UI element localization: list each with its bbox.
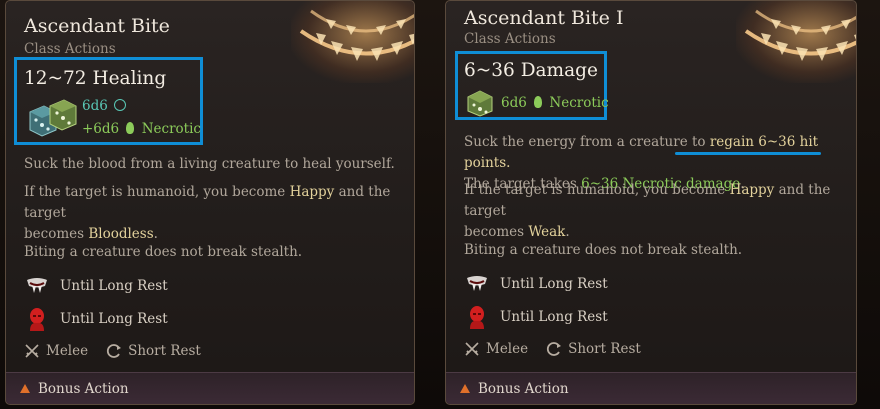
- tag-range: Melee: [24, 343, 88, 359]
- necrotic-icon: [126, 122, 135, 134]
- damage-type-label: Necrotic: [549, 95, 609, 111]
- tag-range: Melee: [464, 341, 528, 357]
- status-duration: Until Long Rest: [60, 278, 168, 294]
- tooltip-card-left: Ascendant Bite Class Actions 12~72 Heali…: [5, 0, 415, 405]
- dice-icon: [466, 89, 494, 121]
- crossed-swords-icon: [465, 342, 479, 356]
- description-line-3: Biting a creature does not break stealth…: [24, 244, 303, 260]
- condition-happy: Happy: [729, 182, 775, 198]
- red-head-icon: [24, 307, 50, 331]
- tag-row: Melee Short Rest: [24, 343, 219, 359]
- vampire-fang-icon: [24, 277, 50, 295]
- glowing-mouth-icon: [291, 1, 414, 83]
- recharge-icon: [107, 344, 122, 358]
- tag-row: Melee Short Rest: [464, 341, 659, 357]
- status-row-1: Until Long Rest: [24, 277, 168, 295]
- condition-happy: Happy: [289, 184, 335, 200]
- status-duration: Until Long Rest: [60, 311, 168, 327]
- effect-amount: 6~36 Damage: [464, 60, 598, 81]
- status-row-2: Until Long Rest: [464, 305, 608, 329]
- tag-recharge: Short Rest: [546, 341, 641, 357]
- action-type-label: Bonus Action: [38, 380, 129, 397]
- status-duration: Until Long Rest: [500, 276, 608, 292]
- highlight-underline: [675, 152, 821, 155]
- description-line-3: Biting a creature does not break stealth…: [464, 242, 743, 258]
- condition-target: Weak: [528, 224, 566, 240]
- red-head-icon: [464, 305, 490, 329]
- tag-recharge: Short Rest: [106, 343, 201, 359]
- status-duration: Until Long Rest: [500, 309, 608, 325]
- description-line-1: Suck the blood from a living creature to…: [24, 156, 395, 172]
- spell-category: Class Actions: [464, 31, 556, 47]
- radiant-icon: [114, 99, 127, 111]
- necrotic-icon: [534, 96, 543, 108]
- description-paragraph-2: If the target is humanoid, you become Ha…: [464, 182, 831, 240]
- dice-roll-primary: 6d6: [501, 95, 527, 111]
- bonus-action-icon: [20, 384, 30, 393]
- glowing-mouth-icon: [736, 1, 856, 83]
- condition-target: Bloodless: [88, 226, 154, 242]
- bonus-action-icon: [460, 384, 470, 393]
- damage-type-label: Necrotic: [141, 121, 201, 137]
- action-cost-bar: Bonus Action: [6, 372, 414, 404]
- description-paragraph-2: If the target is humanoid, you become Ha…: [24, 184, 391, 242]
- effect-amount: 12~72 Healing: [24, 68, 167, 89]
- spell-category: Class Actions: [24, 41, 116, 57]
- spell-title: Ascendant Bite I: [464, 7, 624, 29]
- action-type-label: Bonus Action: [478, 380, 569, 397]
- vampire-fang-icon: [464, 275, 490, 293]
- dice-roll-secondary: +6d6: [82, 121, 120, 137]
- recharge-icon: [547, 342, 562, 356]
- tooltip-card-right: Ascendant Bite I Class Actions 6~36 Dama…: [445, 0, 857, 405]
- status-row-2: Until Long Rest: [24, 307, 168, 331]
- action-cost-bar: Bonus Action: [446, 372, 856, 404]
- status-row-1: Until Long Rest: [464, 275, 608, 293]
- dice-icon: [26, 98, 78, 142]
- spell-title: Ascendant Bite: [24, 15, 170, 37]
- crossed-swords-icon: [25, 344, 39, 358]
- dice-roll-primary: 6d6: [82, 98, 108, 114]
